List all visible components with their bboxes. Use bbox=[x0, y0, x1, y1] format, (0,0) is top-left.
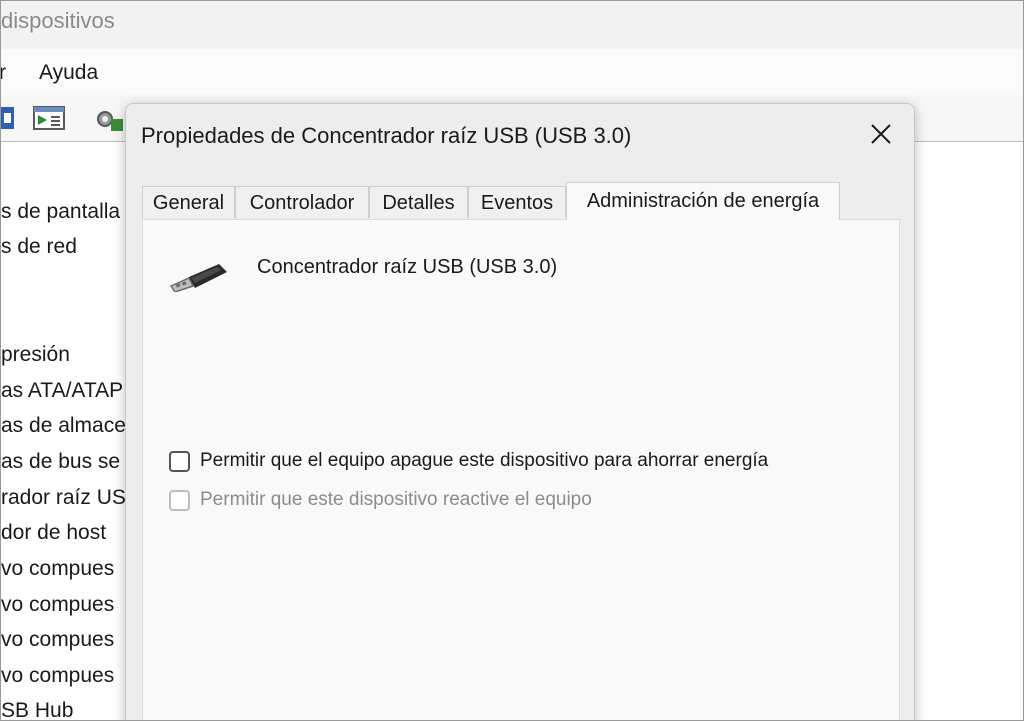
tree-item[interactable]: as de almace bbox=[1, 414, 125, 438]
close-button[interactable] bbox=[864, 120, 898, 150]
properties-view-icon[interactable] bbox=[33, 105, 65, 131]
usb-plug-icon bbox=[167, 258, 231, 293]
background-titlebar bbox=[1, 1, 1023, 49]
tab-controlador[interactable]: Controlador bbox=[235, 186, 369, 218]
tree-item[interactable]: dor de host bbox=[1, 521, 125, 545]
power-management-panel: Concentrador raíz USB (USB 3.0) Permitir… bbox=[142, 219, 900, 720]
allow-power-off-label[interactable]: Permitir que el equipo apague este dispo… bbox=[200, 450, 768, 472]
tree-item[interactable]: s de red bbox=[1, 235, 125, 259]
close-icon bbox=[871, 124, 891, 144]
tab-eventos[interactable]: Eventos bbox=[468, 186, 566, 218]
properties-dialog: Propiedades de Concentrador raíz USB (US… bbox=[125, 103, 915, 720]
tree-item[interactable]: vo compues bbox=[1, 557, 125, 581]
tab-administracion-energia[interactable]: Administración de energía bbox=[566, 182, 840, 220]
tree-item[interactable]: s de pantalla bbox=[1, 200, 125, 224]
tree-item[interactable]: as de bus se bbox=[1, 450, 125, 474]
help-icon[interactable] bbox=[1, 105, 15, 131]
tree-item[interactable]: vo compues bbox=[1, 628, 125, 652]
tab-detalles[interactable]: Detalles bbox=[369, 186, 468, 218]
device-name: Concentrador raíz USB (USB 3.0) bbox=[257, 256, 558, 278]
menu-item-help[interactable]: Ayuda bbox=[39, 61, 98, 85]
tree-item[interactable]: presión bbox=[1, 343, 125, 367]
scan-hardware-icon[interactable] bbox=[93, 105, 125, 131]
background-menubar bbox=[1, 49, 1023, 95]
dialog-title: Propiedades de Concentrador raíz USB (US… bbox=[141, 123, 632, 148]
allow-wake-label: Permitir que este dispositivo reactive e… bbox=[200, 489, 592, 510]
tree-item[interactable]: as ATA/ATAPI bbox=[1, 379, 125, 403]
screenshot-frame: dispositivos r Ayuda s de pantalla s de … bbox=[0, 0, 1024, 721]
menu-item-view[interactable]: r bbox=[1, 61, 6, 85]
tree-item[interactable]: SB Hub bbox=[1, 699, 125, 720]
tree-item[interactable]: vo compues bbox=[1, 593, 125, 617]
allow-power-off-checkbox[interactable] bbox=[169, 451, 190, 472]
tree-item[interactable]: rador raíz US bbox=[1, 486, 125, 510]
background-window-title: dispositivos bbox=[1, 8, 115, 33]
tab-general[interactable]: General bbox=[142, 186, 235, 218]
allow-wake-checkbox bbox=[169, 490, 190, 511]
tree-item[interactable]: vo compues bbox=[1, 664, 125, 688]
